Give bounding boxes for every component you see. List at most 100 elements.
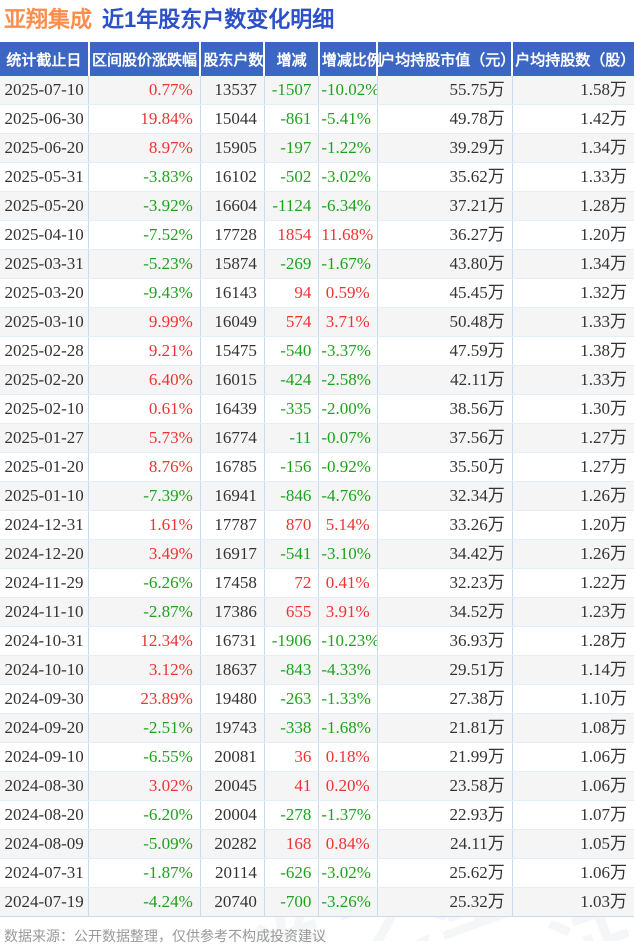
cell-date: 2024-08-09 bbox=[0, 829, 89, 859]
cell-avg-shares: 1.05万 bbox=[511, 829, 634, 859]
cell-date: 2024-08-20 bbox=[0, 800, 89, 830]
cell-holder-count: 16785 bbox=[199, 452, 265, 482]
cell-date: 2024-12-31 bbox=[0, 510, 89, 540]
cell-avg-market-value: 45.45万 bbox=[376, 278, 513, 308]
table-header-row: 统计截止日 区间股价涨跌幅 股东户数 增减 增减比例 户均持股市值（元） 户均持股数（股） bbox=[0, 42, 634, 76]
cell-avg-market-value: 25.32万 bbox=[376, 887, 513, 917]
cell-price-change: 6.40% bbox=[88, 365, 201, 395]
cell-avg-market-value: 47.59万 bbox=[376, 336, 513, 366]
cell-holder-count: 16015 bbox=[199, 365, 265, 395]
cell-delta-pct: 0.41% bbox=[318, 568, 378, 598]
cell-date: 2025-03-10 bbox=[0, 307, 89, 337]
cell-holder-count: 16143 bbox=[199, 278, 265, 308]
cell-price-change: 8.76% bbox=[88, 452, 201, 482]
table-row: 2025-01-10 -7.39% 16941 -846 -4.76% 32.34万 1.2… bbox=[0, 481, 634, 511]
cell-avg-shares: 1.03万 bbox=[511, 887, 634, 917]
table-row: 2025-04-10 -7.52% 17728 1854 11.68% 36.27万 1.2… bbox=[0, 220, 634, 250]
cell-delta-pct: 5.14% bbox=[318, 510, 378, 540]
cell-delta: -541 bbox=[263, 539, 319, 569]
cell-date: 2025-01-20 bbox=[0, 452, 89, 482]
table-row: 2024-07-19 -4.24% 20740 -700 -3.26% 25.32万 1.0… bbox=[0, 887, 634, 917]
cell-holder-count: 15905 bbox=[199, 133, 265, 163]
cell-delta: 168 bbox=[263, 829, 319, 859]
cell-delta-pct: -4.33% bbox=[318, 655, 378, 685]
cell-avg-shares: 1.58万 bbox=[511, 76, 634, 105]
cell-avg-shares: 1.26万 bbox=[511, 539, 634, 569]
cell-delta-pct: -4.76% bbox=[318, 481, 378, 511]
cell-delta: -335 bbox=[263, 394, 319, 424]
cell-holder-count: 20004 bbox=[199, 800, 265, 830]
cell-delta-pct: -3.02% bbox=[318, 858, 378, 888]
table-row: 2025-03-31 -5.23% 15874 -269 -1.67% 43.80万 1.3… bbox=[0, 249, 634, 279]
cell-price-change: 3.49% bbox=[88, 539, 201, 569]
cell-avg-shares: 1.27万 bbox=[511, 452, 634, 482]
cell-delta-pct: -3.10% bbox=[318, 539, 378, 569]
cell-date: 2025-05-31 bbox=[0, 162, 89, 192]
cell-date: 2024-09-20 bbox=[0, 713, 89, 743]
cell-delta-pct: -1.68% bbox=[318, 713, 378, 743]
cell-delta: -11 bbox=[263, 423, 319, 453]
cell-price-change: 3.12% bbox=[88, 655, 201, 685]
cell-avg-market-value: 24.11万 bbox=[376, 829, 513, 859]
cell-delta: -502 bbox=[263, 162, 319, 192]
table-row: 2025-01-27 5.73% 16774 -11 -0.07% 37.56万 1.27万 bbox=[0, 423, 634, 453]
cell-holder-count: 20081 bbox=[199, 742, 265, 772]
table-row: 2024-08-30 3.02% 20045 41 0.20% 23.58万 1.06万 bbox=[0, 771, 634, 801]
cell-avg-market-value: 55.75万 bbox=[376, 76, 513, 105]
cell-holder-count: 16774 bbox=[199, 423, 265, 453]
table-row: 2025-05-31 -3.83% 16102 -502 -3.02% 35.62万 1.3… bbox=[0, 162, 634, 192]
cell-avg-market-value: 32.23万 bbox=[376, 568, 513, 598]
cell-date: 2025-04-10 bbox=[0, 220, 89, 250]
cell-avg-market-value: 32.34万 bbox=[376, 481, 513, 511]
cell-delta: -861 bbox=[263, 104, 319, 134]
table-row: 2025-03-20 -9.43% 16143 94 0.59% 45.45万 1.32万 bbox=[0, 278, 634, 308]
cell-date: 2024-09-30 bbox=[0, 684, 89, 714]
cell-avg-market-value: 35.62万 bbox=[376, 162, 513, 192]
cell-holder-count: 13537 bbox=[199, 76, 265, 105]
cell-delta: -197 bbox=[263, 133, 319, 163]
cell-price-change: -6.20% bbox=[88, 800, 201, 830]
cell-delta-pct: -1.22% bbox=[318, 133, 378, 163]
cell-price-change: 1.61% bbox=[88, 510, 201, 540]
cell-avg-market-value: 23.58万 bbox=[376, 771, 513, 801]
cell-delta: 72 bbox=[263, 568, 319, 598]
cell-holder-count: 20740 bbox=[199, 887, 265, 917]
cell-date: 2024-10-10 bbox=[0, 655, 89, 685]
table-row: 2024-12-20 3.49% 16917 -541 -3.10% 34.42万 1.26… bbox=[0, 539, 634, 569]
cell-delta: 870 bbox=[263, 510, 319, 540]
cell-date: 2024-07-19 bbox=[0, 887, 89, 917]
cell-delta-pct: 3.71% bbox=[318, 307, 378, 337]
cell-delta: -269 bbox=[263, 249, 319, 279]
cell-delta-pct: -10.23% bbox=[318, 626, 378, 656]
cell-delta: -843 bbox=[263, 655, 319, 685]
cell-date: 2024-12-20 bbox=[0, 539, 89, 569]
cell-holder-count: 15874 bbox=[199, 249, 265, 279]
cell-holder-count: 17386 bbox=[199, 597, 265, 627]
cell-price-change: -2.87% bbox=[88, 597, 201, 627]
table-row: 2024-09-20 -2.51% 19743 -338 -1.68% 21.81万 1.0… bbox=[0, 713, 634, 743]
cell-holder-count: 19480 bbox=[199, 684, 265, 714]
cell-avg-market-value: 42.11万 bbox=[376, 365, 513, 395]
cell-avg-market-value: 29.51万 bbox=[376, 655, 513, 685]
cell-delta-pct: -0.07% bbox=[318, 423, 378, 453]
table-row: 2024-11-10 -2.87% 17386 655 3.91% 34.52万 1.23万 bbox=[0, 597, 634, 627]
cell-avg-shares: 1.34万 bbox=[511, 133, 634, 163]
cell-delta-pct: 0.84% bbox=[318, 829, 378, 859]
cell-price-change: -7.39% bbox=[88, 481, 201, 511]
cell-avg-market-value: 35.50万 bbox=[376, 452, 513, 482]
cell-delta-pct: 0.59% bbox=[318, 278, 378, 308]
table-row: 2025-06-20 8.97% 15905 -197 -1.22% 39.29万 1.34… bbox=[0, 133, 634, 163]
cell-delta: -424 bbox=[263, 365, 319, 395]
cell-delta-pct: -2.00% bbox=[318, 394, 378, 424]
cell-avg-shares: 1.22万 bbox=[511, 568, 634, 598]
cell-avg-shares: 1.33万 bbox=[511, 162, 634, 192]
cell-price-change: 19.84% bbox=[88, 104, 201, 134]
cell-holder-count: 20282 bbox=[199, 829, 265, 859]
cell-avg-market-value: 34.52万 bbox=[376, 597, 513, 627]
cell-price-change: -5.09% bbox=[88, 829, 201, 859]
cell-delta: 41 bbox=[263, 771, 319, 801]
cell-holder-count: 18637 bbox=[199, 655, 265, 685]
column-header-1: 区间股价涨跌幅 bbox=[87, 42, 201, 76]
table-row: 2024-09-10 -6.55% 20081 36 0.18% 21.99万 1.06万 bbox=[0, 742, 634, 772]
cell-price-change: 23.89% bbox=[88, 684, 201, 714]
